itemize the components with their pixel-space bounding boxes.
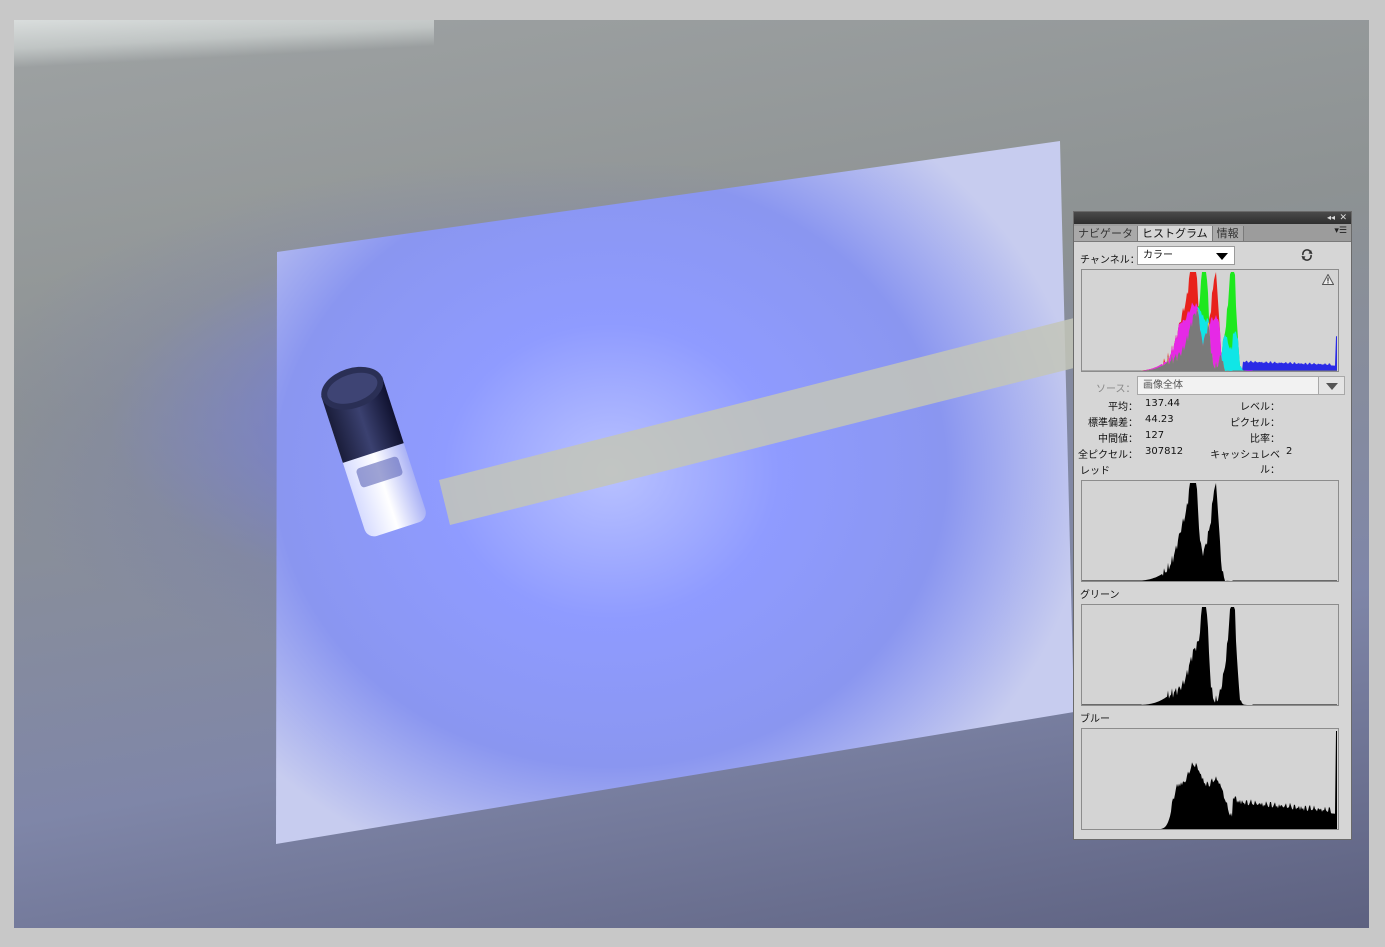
chevron-down-icon — [1216, 253, 1228, 260]
pixels-label: 全ピクセル： — [1078, 450, 1138, 461]
histogram-panel: ◂◂ ✕ ナビゲータ ヒストグラム 情報 ▾☰ チャンネル： カラー ソース： … — [1073, 211, 1352, 840]
tab-histogram[interactable]: ヒストグラム — [1138, 226, 1213, 241]
stddev-label: 標準偏差： — [1088, 418, 1138, 429]
cache-level-value: 2 — [1286, 446, 1293, 457]
median-label: 中間値： — [1098, 434, 1138, 445]
count-label: ピクセル： — [1230, 418, 1280, 429]
red-histogram — [1081, 480, 1339, 582]
collapse-icon[interactable]: ◂◂ — [1327, 212, 1335, 224]
green-histogram — [1081, 604, 1339, 706]
channel-select[interactable]: カラー — [1137, 246, 1235, 265]
panel-menu-icon[interactable]: ▾☰ — [1334, 226, 1347, 236]
channel-select-value: カラー — [1143, 250, 1173, 261]
chevron-down-icon — [1326, 383, 1338, 390]
composite-histogram-plot — [1082, 272, 1337, 371]
blue-histogram-shape — [1082, 731, 1337, 829]
mean-value: 137.44 — [1145, 398, 1180, 409]
red-histogram-shape — [1082, 483, 1337, 581]
stddev-value: 44.23 — [1145, 414, 1174, 425]
tab-navigator[interactable]: ナビゲータ — [1074, 226, 1138, 241]
tab-info[interactable]: 情報 — [1212, 226, 1244, 241]
red-histogram-plot — [1082, 483, 1337, 581]
panel-titlebar[interactable]: ◂◂ ✕ — [1074, 212, 1351, 224]
percentile-label: 比率： — [1250, 434, 1280, 445]
blue-histogram-plot — [1082, 731, 1337, 829]
red-channel-label: レッド — [1080, 466, 1110, 477]
cache-level-label: キャッシュレベル： — [1210, 450, 1280, 476]
green-histogram-shape — [1082, 607, 1337, 705]
pixels-value: 307812 — [1145, 446, 1184, 457]
panel-tabs: ナビゲータ ヒストグラム 情報 ▾☰ — [1074, 224, 1351, 242]
composite-histogram — [1081, 269, 1339, 372]
blue-histogram — [1081, 728, 1339, 830]
close-icon[interactable]: ✕ — [1339, 212, 1347, 224]
blue-channel-label: ブルー — [1080, 714, 1110, 725]
level-label: レベル： — [1240, 402, 1280, 413]
source-dropdown-button[interactable] — [1318, 377, 1344, 394]
median-value: 127 — [1145, 430, 1165, 441]
green-histogram-plot — [1082, 607, 1337, 705]
warning-icon[interactable] — [1322, 274, 1334, 285]
channel-label: チャンネル： — [1080, 255, 1140, 266]
source-select[interactable]: 画像全体 — [1137, 376, 1345, 395]
green-channel-label: グリーン — [1080, 590, 1120, 601]
refresh-icon[interactable] — [1300, 248, 1314, 262]
source-select-value: 画像全体 — [1143, 380, 1183, 391]
source-label: ソース： — [1096, 384, 1136, 395]
mean-label: 平均： — [1108, 402, 1138, 413]
